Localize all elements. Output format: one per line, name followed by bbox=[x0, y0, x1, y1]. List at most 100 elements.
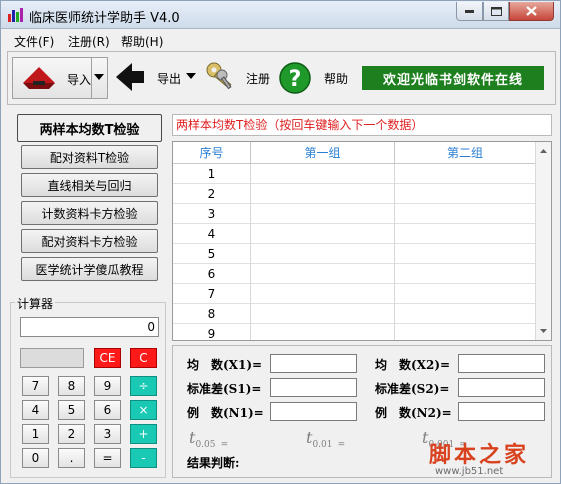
mean1-field[interactable] bbox=[270, 354, 357, 373]
calc-key-3[interactable]: 3 bbox=[94, 424, 121, 444]
calc-key-dot[interactable]: . bbox=[58, 448, 85, 468]
grid-scrollbar[interactable] bbox=[535, 142, 551, 340]
close-button[interactable] bbox=[509, 2, 554, 21]
calc-key-equals[interactable]: = bbox=[94, 448, 121, 468]
btn-two-sample-t-test[interactable]: 两样本均数T检验 bbox=[17, 114, 162, 142]
calc-key-divide[interactable]: ÷ bbox=[130, 376, 157, 396]
calc-key-7[interactable]: 7 bbox=[22, 376, 49, 396]
close-icon bbox=[526, 6, 537, 16]
watermark-title: 脚本之家 bbox=[429, 443, 530, 468]
n2-label: 例 数(N2)= bbox=[375, 406, 452, 420]
export-button[interactable]: 导出 bbox=[114, 57, 198, 99]
table-row: 6 bbox=[173, 264, 536, 284]
btn-count-chi-square[interactable]: 计数资料卡方检验 bbox=[21, 201, 158, 225]
btn-tutorial[interactable]: 医学统计学傻瓜教程 bbox=[21, 257, 158, 281]
maximize-button[interactable] bbox=[483, 2, 509, 21]
calc-key-6[interactable]: 6 bbox=[94, 400, 121, 420]
help-label: 帮助 bbox=[324, 72, 349, 86]
btn-correlation-regression[interactable]: 直线相关与回归 bbox=[21, 173, 158, 197]
calc-key-5[interactable]: 5 bbox=[58, 400, 85, 420]
btn-paired-chi-square[interactable]: 配对资料卡方检验 bbox=[21, 229, 158, 253]
group2-cell[interactable] bbox=[395, 224, 536, 244]
calc-key-minus[interactable]: - bbox=[130, 448, 157, 468]
table-row: 2 bbox=[173, 184, 536, 204]
group1-cell[interactable] bbox=[251, 284, 395, 304]
sd1-field[interactable] bbox=[270, 378, 357, 397]
group2-cell[interactable] bbox=[395, 244, 536, 264]
mean2-label: 均 数(X2)= bbox=[375, 358, 451, 372]
calc-c-button[interactable]: C bbox=[130, 348, 157, 368]
scroll-down-icon bbox=[540, 329, 547, 333]
group1-cell[interactable] bbox=[251, 164, 395, 184]
btn-paired-t-test[interactable]: 配对资料T检验 bbox=[21, 145, 158, 169]
site-watermark: 脚本之家 www.jb51.net bbox=[429, 437, 530, 477]
group2-cell[interactable] bbox=[395, 264, 536, 284]
calc-key-1[interactable]: 1 bbox=[22, 424, 49, 444]
t001-label: t0.01 = bbox=[306, 428, 346, 451]
import-label: 导入 bbox=[67, 73, 92, 87]
col-header-group1[interactable]: 第一组 bbox=[251, 142, 395, 164]
row-index-cell: 4 bbox=[173, 224, 251, 244]
export-arrow-icon bbox=[116, 63, 144, 91]
t005-label: t0.05 = bbox=[189, 428, 229, 451]
row-index-cell: 3 bbox=[173, 204, 251, 224]
scroll-up-arrow[interactable] bbox=[536, 143, 551, 159]
group2-cell[interactable] bbox=[395, 184, 536, 204]
help-button[interactable]: ? 帮助 bbox=[278, 57, 354, 99]
calc-key-4[interactable]: 4 bbox=[22, 400, 49, 420]
bar-chart-icon bbox=[8, 8, 23, 22]
export-label: 导出 bbox=[157, 72, 182, 86]
import-button[interactable]: 导入 bbox=[12, 57, 108, 99]
window-title: 临床医师统计学助手 V4.0 bbox=[29, 11, 180, 26]
calc-key-plus[interactable]: + bbox=[130, 424, 157, 444]
row-index-cell: 9 bbox=[173, 324, 251, 340]
n2-field[interactable] bbox=[458, 402, 545, 421]
menu-file[interactable]: 文件(F) bbox=[14, 33, 54, 50]
group1-cell[interactable] bbox=[251, 264, 395, 284]
sd2-label: 标准差(S2)= bbox=[375, 382, 450, 396]
table-row: 9 bbox=[173, 324, 536, 340]
result-label: 结果判断: bbox=[187, 456, 240, 470]
group2-cell[interactable] bbox=[395, 284, 536, 304]
calc-key-0[interactable]: 0 bbox=[22, 448, 49, 468]
title-bar: 临床医师统计学助手 V4.0 bbox=[1, 1, 560, 29]
mean2-field[interactable] bbox=[458, 354, 545, 373]
col-header-index[interactable]: 序号 bbox=[173, 142, 251, 164]
calc-ce-button[interactable]: CE bbox=[94, 348, 121, 368]
table-row: 3 bbox=[173, 204, 536, 224]
row-index-cell: 1 bbox=[173, 164, 251, 184]
calc-key-2[interactable]: 2 bbox=[58, 424, 85, 444]
menu-help[interactable]: 帮助(H) bbox=[121, 33, 163, 50]
calc-key-8[interactable]: 8 bbox=[58, 376, 85, 396]
group1-cell[interactable] bbox=[251, 324, 395, 340]
scroll-down-arrow[interactable] bbox=[536, 323, 551, 339]
chevron-down-icon bbox=[94, 74, 104, 80]
data-grid[interactable]: 序号 第一组 第二组 123456789 bbox=[172, 141, 552, 341]
group2-cell[interactable] bbox=[395, 324, 536, 340]
maximize-icon bbox=[490, 6, 502, 16]
panel-header: 两样本均数T检验（按回车键输入下一个数据） bbox=[172, 114, 552, 136]
help-icon: ? bbox=[279, 62, 311, 94]
row-index-cell: 6 bbox=[173, 264, 251, 284]
sd2-field[interactable] bbox=[458, 378, 545, 397]
menu-register[interactable]: 注册(R) bbox=[68, 33, 110, 50]
register-button[interactable]: 注册 bbox=[204, 57, 274, 99]
group1-cell[interactable] bbox=[251, 224, 395, 244]
table-row: 8 bbox=[173, 304, 536, 324]
grid-header: 序号 第一组 第二组 bbox=[173, 142, 536, 164]
n1-field[interactable] bbox=[270, 402, 357, 421]
col-header-group2[interactable]: 第二组 bbox=[395, 142, 536, 164]
group1-cell[interactable] bbox=[251, 244, 395, 264]
group2-cell[interactable] bbox=[395, 164, 536, 184]
calc-key-multiply[interactable]: × bbox=[130, 400, 157, 420]
group2-cell[interactable] bbox=[395, 304, 536, 324]
app-window: 临床医师统计学助手 V4.0 文件(F) 注册(R) 帮助(H) 导入 导出 注… bbox=[0, 0, 561, 484]
minimize-button[interactable] bbox=[456, 2, 483, 21]
group1-cell[interactable] bbox=[251, 184, 395, 204]
group2-cell[interactable] bbox=[395, 204, 536, 224]
group1-cell[interactable] bbox=[251, 304, 395, 324]
row-index-cell: 8 bbox=[173, 304, 251, 324]
n1-label: 例 数(N1)= bbox=[187, 406, 264, 420]
calc-key-9[interactable]: 9 bbox=[94, 376, 121, 396]
group1-cell[interactable] bbox=[251, 204, 395, 224]
